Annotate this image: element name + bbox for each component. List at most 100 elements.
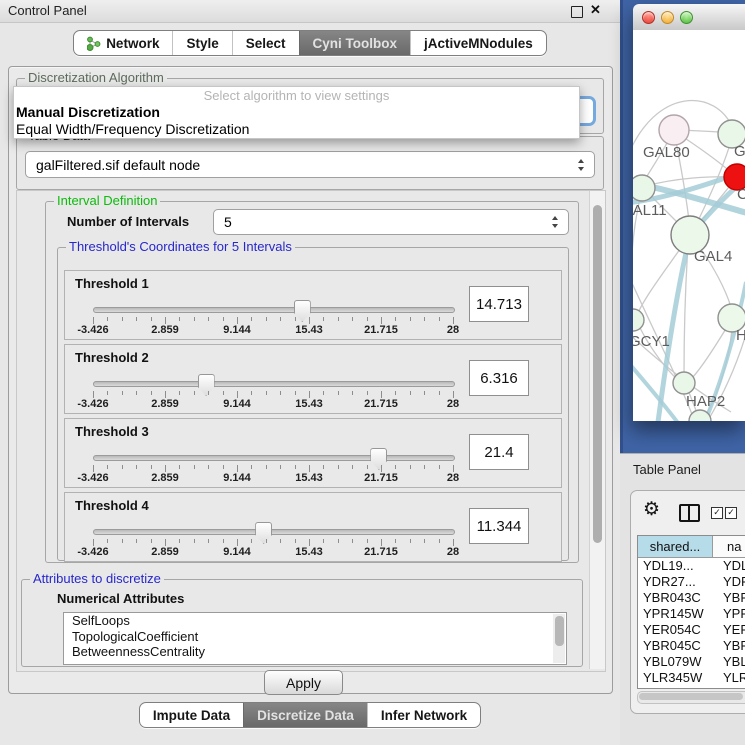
network-node-GAL80[interactable] [659,115,689,145]
thresholds-group: Threshold's Coordinates for 5 Intervals … [57,247,569,561]
slider-tick-marks [93,465,453,472]
tab-label: Cyni Toolbox [313,36,398,51]
network-node-label: GAL80 [643,144,690,161]
tick-label: -3.426 [77,398,108,410]
tick-label: 9.144 [223,472,251,484]
cell-shared-name: YIL052C [638,686,717,689]
threshold-slider-track[interactable] [93,455,455,461]
network-node-label: H [736,327,745,344]
tab-style[interactable]: Style [172,31,231,55]
tick-label: 2.859 [151,546,179,558]
cell-shared-name: YPR145W [638,606,717,622]
number-of-intervals-combobox[interactable]: 5 [213,209,569,235]
close-traffic-light-icon[interactable] [642,11,655,24]
cell-name: YBR0 [717,638,745,654]
float-window-icon[interactable] [571,6,583,18]
table-row[interactable]: YDL19...YDL1 [638,558,745,574]
attribute-item-betweennesscentrality[interactable]: BetweennessCentrality [64,644,566,660]
table-panel-titlebar: Table Panel [620,453,745,488]
node-attribute-table[interactable]: shared...na YDL19...YDL1YDR27...YDR2YBR0… [637,535,745,689]
slider-tick-labels: -3.4262.8599.14415.4321.71528 [93,472,453,484]
tab-cyni-toolbox[interactable]: Cyni Toolbox [299,31,411,55]
table-row[interactable]: YBR045CYBR0 [638,638,745,654]
tick-label: -3.426 [77,546,108,558]
tick-label: 2.859 [151,324,179,336]
threshold-label: Threshold 1 [75,276,149,291]
thresholds-group-title: Threshold's Coordinates for 5 Intervals [66,240,295,254]
close-icon[interactable]: ✕ [590,2,601,18]
cell-shared-name: YBR045C [638,638,717,654]
cell-name: YBR0 [717,590,745,606]
cell-shared-name: YER054C [638,622,717,638]
network-node-label: GAL4 [694,248,732,265]
gear-icon[interactable]: ⚙ [643,500,660,519]
settings-scrollbar-thumb[interactable] [593,205,602,543]
tab-label: Network [106,36,159,51]
tab-discretize-data[interactable]: Discretize Data [243,703,367,727]
cell-name: YDR2 [717,574,745,590]
checkbox-icon[interactable]: ✓ [711,507,723,519]
tick-label: 15.43 [295,546,323,558]
tab-label: Impute Data [153,708,230,723]
tab-network[interactable]: Network [74,31,172,55]
tab-select[interactable]: Select [232,31,299,55]
table-row[interactable]: YER054CYER0 [638,622,745,638]
tab-jactivemnodules[interactable]: jActiveMNodules [410,31,546,55]
threshold-value-field[interactable]: 21.4 [469,434,529,470]
table-row[interactable]: YDR27...YDR2 [638,574,745,590]
algorithm-option-manual-discretization[interactable]: Manual Discretization [14,104,579,121]
slider-tick-marks [93,317,453,324]
threshold-slider-track[interactable] [93,529,455,535]
network-node-GAL11[interactable] [633,175,655,201]
tick-label: 28 [447,324,459,336]
split-columns-icon[interactable] [679,504,700,522]
apply-button[interactable]: Apply [264,670,343,695]
table-row[interactable]: YBL079WYBL0 [638,654,745,670]
column-header-shared-[interactable]: shared... [638,536,713,557]
algorithm-option-equal-width-frequency-discretization[interactable]: Equal Width/Frequency Discretization [14,121,579,138]
attribute-item-topologicalcoefficient[interactable]: TopologicalCoefficient [64,629,566,645]
slider-tick-marks [93,391,453,398]
tab-infer-network[interactable]: Infer Network [367,703,480,727]
cell-shared-name: YBL079W [638,654,717,670]
table-row[interactable]: YIL052CYIL0 [638,686,745,689]
tab-label: Infer Network [381,708,467,723]
table-row[interactable]: YLR345WYLR3 [638,670,745,686]
tick-label: 15.43 [295,398,323,410]
network-canvas[interactable]: GAL80GACGAL11GAL4GCY1HHAP2 [633,30,745,421]
checkbox-icon[interactable]: ✓ [725,507,737,519]
settings-vertical-scrollbar[interactable] [589,191,605,669]
cell-name: YBL0 [717,654,745,670]
cell-name: YLR3 [717,670,745,686]
table-panel-title: Table Panel [633,462,701,477]
column-header-na[interactable]: na [713,536,745,557]
network-node-GCY1[interactable] [633,309,644,331]
network-node-label: HAP2 [686,393,725,410]
threshold-value-field[interactable]: 14.713 [469,286,529,322]
numerical-attributes-label: Numerical Attributes [57,591,184,606]
table-data-combobox[interactable]: galFiltered.sif default node [25,151,595,178]
attributes-list-scrollbar[interactable] [553,614,565,663]
slider-tick-labels: -3.4262.8599.14415.4321.71528 [93,324,453,336]
threshold-value-field[interactable]: 11.344 [469,508,529,544]
tick-label: 15.43 [295,472,323,484]
network-window-titlebar [633,4,745,31]
threshold-value-field[interactable]: 6.316 [469,360,529,396]
attribute-item-selfloops[interactable]: SelfLoops [64,613,566,629]
slider-tick-labels: -3.4262.8599.14415.4321.71528 [93,546,453,558]
table-row[interactable]: YPR145WYPR1 [638,606,745,622]
settings-scrollpane: Interval Definition Number of Intervals … [16,190,606,672]
threshold-slider-track[interactable] [93,307,455,313]
numerical-attributes-list[interactable]: SelfLoopsTopologicalCoefficientBetweenne… [63,612,567,665]
control-panel-titlebar: Control Panel ✕ [0,0,620,23]
minimize-traffic-light-icon[interactable] [661,11,674,24]
cell-shared-name: YDL19... [638,558,717,574]
tab-impute-data[interactable]: Impute Data [140,703,243,727]
table-row[interactable]: YBR043CYBR0 [638,590,745,606]
table-horizontal-scrollbar[interactable] [637,691,745,704]
threshold-slider-track[interactable] [93,381,455,387]
zoom-traffic-light-icon[interactable] [680,11,693,24]
cell-name: YER0 [717,622,745,638]
network-node-HAP2[interactable] [673,372,695,394]
slider-tick-labels: -3.4262.8599.14415.4321.71528 [93,398,453,410]
